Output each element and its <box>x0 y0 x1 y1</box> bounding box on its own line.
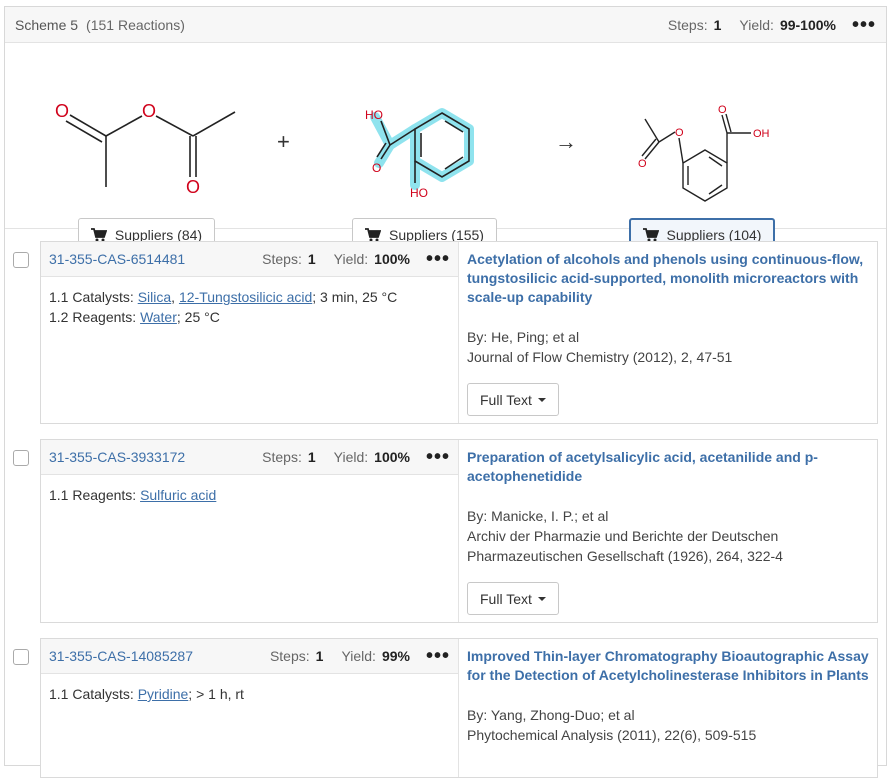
more-options-icon[interactable]: ••• <box>426 447 450 467</box>
reference-author: By: Manicke, I. P.; et al <box>467 508 609 524</box>
reagent-link[interactable]: Sulfuric acid <box>140 487 216 503</box>
reaction-conditions: 1.1 Catalysts: Pyridine; > 1 h, rt <box>41 674 458 714</box>
atom-oh: OH <box>753 128 770 140</box>
scheme-title: Scheme 5 <box>15 16 79 33</box>
shopping-cart-icon <box>365 227 382 241</box>
reaction-result: 31-355-CAS-6514481 Steps: 1 Yield: 100% … <box>5 241 888 426</box>
more-options-icon[interactable]: ••• <box>426 249 450 269</box>
reference-journal: Phytochemical Analysis (2011), 22(6), 50… <box>467 727 757 743</box>
reference-info: Acetylation of alcohols and phenols usin… <box>467 250 871 416</box>
shopping-cart-icon <box>90 227 107 241</box>
reaction-card: 31-355-CAS-3933172 Steps: 1 Yield: 100% … <box>40 439 878 623</box>
atom-o: O <box>142 101 156 121</box>
reference-journal: Journal of Flow Chemistry (2012), 2, 47-… <box>467 349 733 365</box>
reference-author: By: He, Ping; et al <box>467 329 580 345</box>
caret-down-icon <box>537 596 546 601</box>
full-text-button[interactable]: Full Text <box>467 582 559 615</box>
steps-label: Steps: <box>262 251 302 267</box>
atom-ho: HO <box>410 186 428 200</box>
yield-value: 99-100% <box>779 16 836 33</box>
reference-author: By: Yang, Zhong-Duo; et al <box>467 707 635 723</box>
condition-line: 1.2 Reagents: Water; 25 °C <box>49 307 450 327</box>
full-text-button[interactable]: Full Text <box>467 383 559 416</box>
condition-line: 1.1 Catalysts: Pyridine; > 1 h, rt <box>49 684 450 704</box>
full-text-label: Full Text <box>480 391 532 408</box>
full-text-label: Full Text <box>480 590 532 607</box>
reaction-result: 31-355-CAS-3933172 Steps: 1 Yield: 100% … <box>5 439 888 624</box>
separator: , <box>171 289 179 305</box>
atom-o: O <box>186 177 200 197</box>
caret-down-icon <box>537 397 546 402</box>
atom-ho: HO <box>365 108 383 122</box>
reaction-card-header: 31-355-CAS-14085287 Steps: 1 Yield: 99% … <box>41 639 458 674</box>
steps-label: Steps: <box>667 16 708 33</box>
catalyst-link[interactable]: Pyridine <box>138 686 189 702</box>
atom-o: O <box>372 161 381 175</box>
yield-label: Yield: <box>333 251 369 267</box>
reference-journal: Archiv der Pharmazie und Berichte der De… <box>467 528 783 564</box>
reference-title-link[interactable]: Preparation of acetylsalicylic acid, ace… <box>467 448 871 486</box>
yield-value: 99% <box>381 648 410 664</box>
reaction-scheme: Scheme 5 (151 Reactions) Steps: 1 Yield:… <box>4 6 888 778</box>
catalyst-link[interactable]: 12-Tungstosilicic acid <box>179 289 312 305</box>
atom-o: O <box>55 101 69 121</box>
scheme-more-options-icon[interactable]: ••• <box>852 15 876 35</box>
reference-info: Improved Thin-layer Chromatography Bioau… <box>467 647 871 745</box>
yield-label: Yield: <box>739 16 774 33</box>
yield-label: Yield: <box>341 648 376 664</box>
yield-value: 100% <box>374 449 410 465</box>
aspirin-structure[interactable]: O O O OH <box>625 95 785 207</box>
condition-detail: ; 3 min, 25 °C <box>312 289 398 305</box>
atom-o: O <box>718 104 727 116</box>
reference-info: Preparation of acetylsalicylic acid, ace… <box>467 448 871 615</box>
condition-detail: ; > 1 h, rt <box>188 686 244 702</box>
yield-label: Yield: <box>333 449 369 465</box>
result-checkbox[interactable] <box>13 252 29 268</box>
reaction-details: 31-355-CAS-3933172 Steps: 1 Yield: 100% … <box>41 440 459 622</box>
reference-title-link[interactable]: Acetylation of alcohols and phenols usin… <box>467 250 871 307</box>
result-checkbox[interactable] <box>13 450 29 466</box>
reaction-id-link[interactable]: 31-355-CAS-6514481 <box>49 251 185 267</box>
steps-value: 1 <box>315 648 324 664</box>
more-options-icon[interactable]: ••• <box>426 646 450 666</box>
atom-o: O <box>675 127 684 139</box>
condition-label: 1.2 Reagents: <box>49 309 141 325</box>
reaction-conditions: 1.1 Reagents: Sulfuric acid <box>41 475 458 515</box>
steps-value: 1 <box>307 251 316 267</box>
steps-value: 1 <box>713 16 722 33</box>
yield-value: 100% <box>374 251 410 267</box>
reaction-result: 31-355-CAS-14085287 Steps: 1 Yield: 99% … <box>5 638 888 778</box>
reaction-card: 31-355-CAS-14085287 Steps: 1 Yield: 99% … <box>40 638 878 778</box>
result-checkbox[interactable] <box>13 649 29 665</box>
condition-line: 1.1 Catalysts: Silica, 12-Tungstosilicic… <box>49 287 450 307</box>
reaction-card: 31-355-CAS-6514481 Steps: 1 Yield: 100% … <box>40 241 878 424</box>
scheme-reaction-count: (151 Reactions) <box>86 16 185 33</box>
reference-title-link[interactable]: Improved Thin-layer Chromatography Bioau… <box>467 647 871 685</box>
reaction-structures: O O O + HO O HO → O O O OH Suppliers (84… <box>5 43 886 251</box>
reaction-id-link[interactable]: 31-355-CAS-14085287 <box>49 648 193 664</box>
reaction-card-header: 31-355-CAS-3933172 Steps: 1 Yield: 100% … <box>41 440 458 475</box>
scheme-header: Scheme 5 (151 Reactions) Steps: 1 Yield:… <box>5 7 886 43</box>
reaction-details: 31-355-CAS-6514481 Steps: 1 Yield: 100% … <box>41 242 459 423</box>
condition-label: 1.1 Catalysts: <box>49 289 138 305</box>
reaction-conditions: 1.1 Catalysts: Silica, 12-Tungstosilicic… <box>41 277 458 337</box>
salicylic-acid-structure[interactable]: HO O HO <box>357 95 497 205</box>
reaction-arrow: → <box>555 129 577 154</box>
condition-detail: ; 25 °C <box>176 309 220 325</box>
reaction-id-link[interactable]: 31-355-CAS-3933172 <box>49 449 185 465</box>
shopping-cart-icon <box>642 227 659 241</box>
condition-label: 1.1 Reagents: <box>49 487 141 503</box>
steps-label: Steps: <box>262 449 302 465</box>
reagent-link[interactable]: Water <box>140 309 177 325</box>
reaction-details: 31-355-CAS-14085287 Steps: 1 Yield: 99% … <box>41 639 459 777</box>
atom-o: O <box>638 158 647 170</box>
steps-label: Steps: <box>269 648 310 664</box>
plus-sign: + <box>277 129 290 154</box>
condition-label: 1.1 Catalysts: <box>49 686 138 702</box>
condition-line: 1.1 Reagents: Sulfuric acid <box>49 485 450 505</box>
reaction-card-header: 31-355-CAS-6514481 Steps: 1 Yield: 100% … <box>41 242 458 277</box>
catalyst-link[interactable]: Silica <box>138 289 171 305</box>
acetic-anhydride-structure[interactable]: O O O <box>45 95 245 205</box>
steps-value: 1 <box>307 449 316 465</box>
